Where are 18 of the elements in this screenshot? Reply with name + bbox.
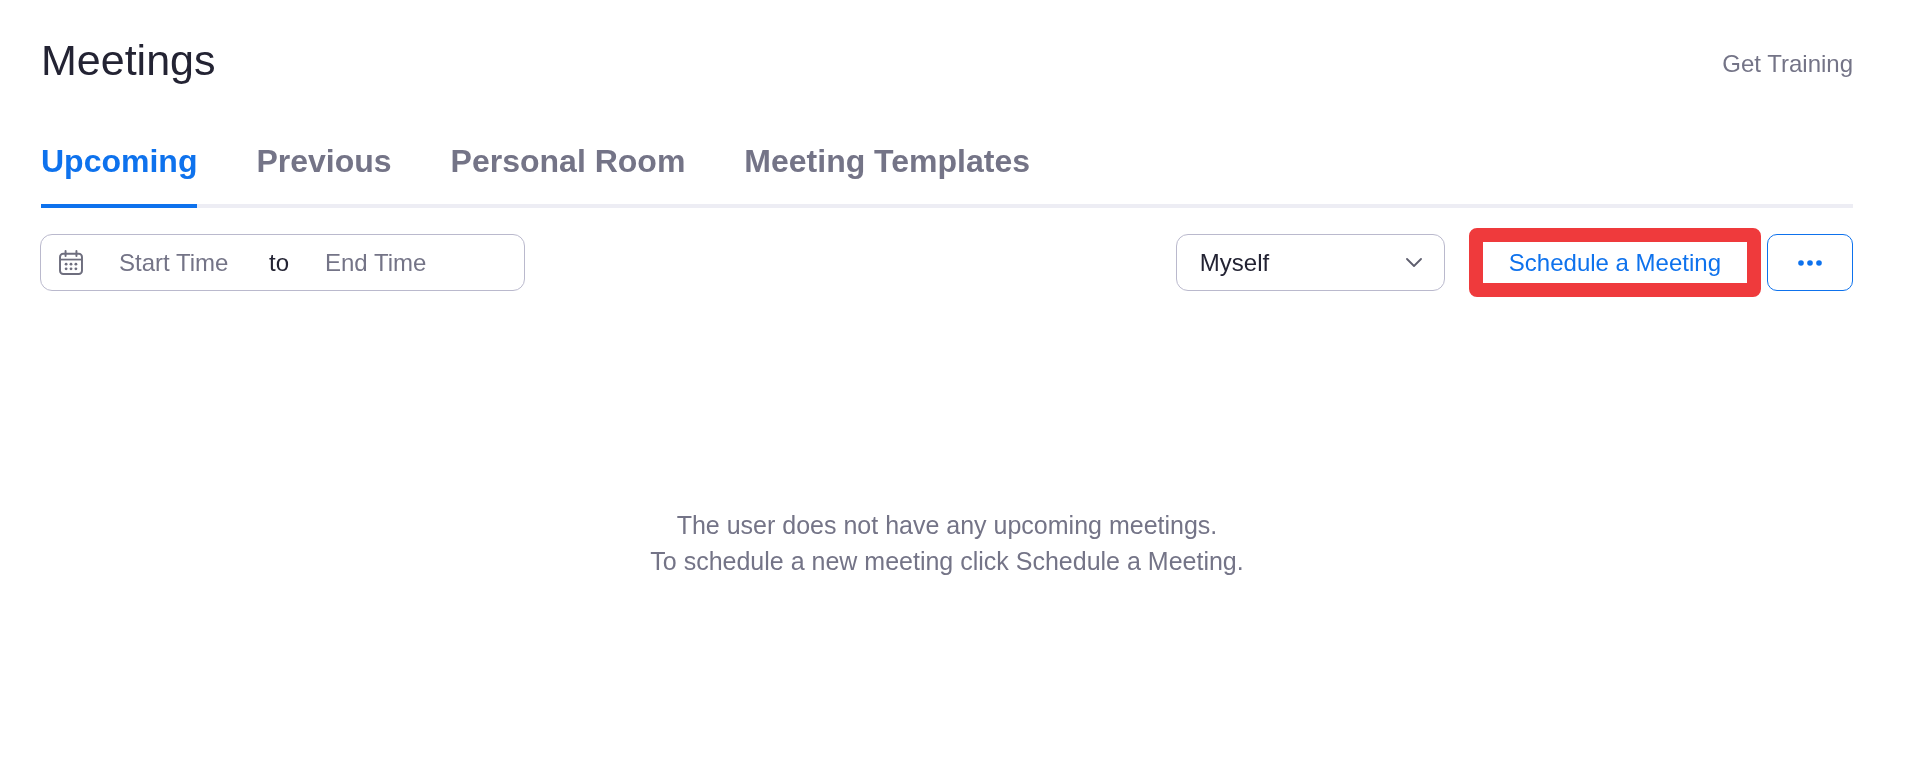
end-time-input[interactable]: End Time (325, 248, 435, 277)
empty-state-text: To schedule a new meeting click Schedule a Meeting. (650, 546, 1244, 577)
start-time-input[interactable]: Start Time (119, 248, 233, 277)
more-options-button[interactable] (1767, 234, 1853, 291)
date-range-picker[interactable]: Start Time to End Time (40, 234, 525, 291)
tab[interactable]: Personal Room (450, 142, 686, 208)
tab[interactable]: Previous (256, 142, 392, 208)
tab[interactable]: Meeting Templates (744, 142, 1030, 208)
ellipsis-icon (1798, 259, 1822, 266)
get-training-link[interactable]: Get Training (1722, 49, 1853, 78)
host-filter-dropdown[interactable]: Myself (1175, 234, 1445, 291)
range-separator-text: to (269, 248, 289, 277)
chevron-down-icon (1405, 258, 1422, 267)
page-title: Meetings (41, 35, 216, 86)
empty-state-text: The user does not have any upcoming meetings. (676, 510, 1218, 541)
tab[interactable]: Upcoming (41, 142, 198, 208)
schedule-meeting-button[interactable]: Schedule a Meeting (1468, 228, 1761, 297)
calendar-icon (59, 250, 83, 275)
